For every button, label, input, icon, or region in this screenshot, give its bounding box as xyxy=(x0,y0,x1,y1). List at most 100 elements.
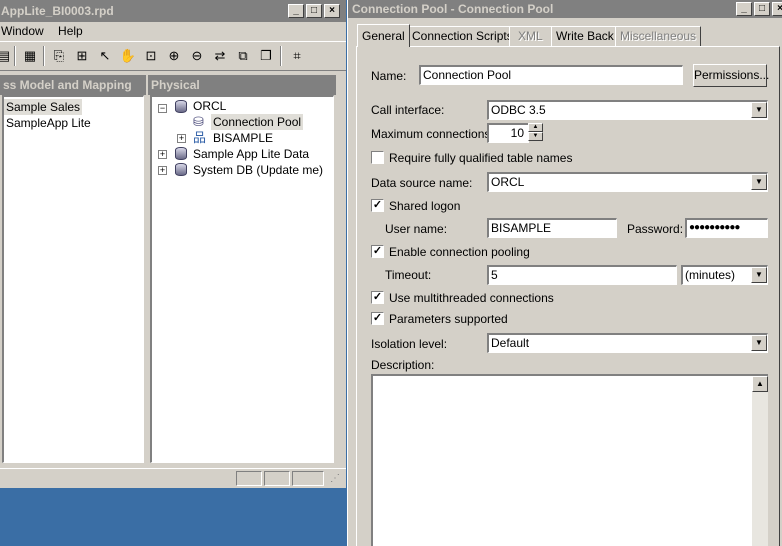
max-connections-field[interactable]: 10 xyxy=(487,123,529,143)
tree-item-orcl[interactable]: ORCL xyxy=(193,98,226,114)
name-label: Name: xyxy=(371,69,407,83)
business-model-pane: ss Model and Mapping Sample Sales Sample… xyxy=(0,75,146,465)
tab-xml: XML xyxy=(509,26,552,46)
toolbar-separator xyxy=(280,46,282,66)
description-label: Description: xyxy=(371,358,435,372)
call-interface-select[interactable]: ODBC 3.5 ▼ xyxy=(487,100,768,120)
params-supported-label: Parameters supported xyxy=(389,312,508,326)
enable-pooling-checkbox[interactable]: ✓ xyxy=(371,245,384,258)
zoom-fit-icon[interactable]: ⊡ xyxy=(141,46,161,66)
pan-hand-icon[interactable]: ✋ xyxy=(118,46,138,66)
maximize-button[interactable]: □ xyxy=(754,2,770,16)
toolbar-separator xyxy=(14,46,16,66)
dialog-window-controls: _ □ × xyxy=(736,2,782,16)
status-cell xyxy=(236,471,262,486)
chevron-down-icon[interactable]: ▼ xyxy=(751,174,767,190)
database-icon xyxy=(175,163,187,176)
physical-pane: Physical − ORCL ⛁ Connection Pool + 品 BI… xyxy=(148,75,336,465)
database-icon xyxy=(175,100,187,113)
toolbar: ▤ ▦ ⎘ ⊞ ↖ ✋ ⊡ ⊕ ⊖ ⇄ ⧉ ❐ ⌗ xyxy=(0,41,346,71)
chevron-down-icon[interactable]: ▼ xyxy=(751,267,767,283)
expand-icon[interactable]: + xyxy=(158,166,167,175)
tree-item-system-db[interactable]: System DB (Update me) xyxy=(193,162,323,178)
admin-tool-window: AppLite_BI0003.rpd _ □ × Window Help ▤ ▦… xyxy=(0,0,346,488)
isolation-select[interactable]: Default ▼ xyxy=(487,333,768,353)
scroll-up-icon[interactable]: ▲ xyxy=(752,376,768,392)
name-field[interactable]: Connection Pool xyxy=(419,65,683,85)
tab-general[interactable]: General xyxy=(357,24,410,47)
tab-write-back[interactable]: Write Back xyxy=(551,26,619,46)
params-supported-checkbox[interactable]: ✓ xyxy=(371,312,384,325)
dialog-title: Connection Pool - Connection Pool xyxy=(348,0,782,18)
expand-icon[interactable]: + xyxy=(177,134,186,143)
collapse-icon[interactable]: − xyxy=(158,104,167,113)
status-cell xyxy=(264,471,290,486)
enable-pooling-label: Enable connection pooling xyxy=(389,245,530,259)
zoom-in-icon[interactable]: ⊕ xyxy=(164,46,184,66)
data-source-label: Data source name: xyxy=(371,176,473,190)
properties-icon[interactable]: ▦ xyxy=(20,46,40,66)
require-fq-checkbox[interactable] xyxy=(371,151,384,164)
menu-help[interactable]: Help xyxy=(58,24,83,38)
max-connections-stepper[interactable]: ▲ ▼ xyxy=(528,123,543,143)
schema-icon: 品 xyxy=(193,130,207,145)
spin-up-icon[interactable]: ▲ xyxy=(528,123,543,132)
window-controls: _ □ × xyxy=(288,4,340,18)
menu-bar: Window Help xyxy=(0,22,346,41)
multithreaded-label: Use multithreaded connections xyxy=(389,291,554,305)
status-bar: ⋰ xyxy=(0,468,346,488)
call-interface-label: Call interface: xyxy=(371,103,445,117)
chevron-down-icon[interactable]: ▼ xyxy=(751,102,767,118)
window-icon[interactable]: ❐ xyxy=(256,46,276,66)
password-label: Password: xyxy=(627,222,684,236)
password-field[interactable]: ●●●●●●●●●● xyxy=(685,218,768,238)
max-connections-label: Maximum connections: xyxy=(371,127,494,141)
permissions-button[interactable]: Permissions... xyxy=(693,64,769,87)
close-button[interactable]: × xyxy=(324,4,340,18)
join-icon[interactable]: ⇄ xyxy=(210,46,230,66)
timeout-label: Timeout: xyxy=(385,268,432,282)
business-model-tree: Sample Sales SampleApp Lite xyxy=(2,95,144,463)
copy-icon[interactable]: ⧉ xyxy=(233,46,253,66)
spin-down-icon[interactable]: ▼ xyxy=(528,132,543,141)
close-button[interactable]: × xyxy=(772,2,782,16)
user-name-field[interactable]: BISAMPLE xyxy=(487,218,617,238)
tree-item-connection-pool[interactable]: Connection Pool xyxy=(211,114,304,130)
timeout-unit-select[interactable]: (minutes) ▼ xyxy=(681,265,768,285)
pointer-icon[interactable]: ↖ xyxy=(95,46,115,66)
arrange-icon[interactable]: ⌗ xyxy=(287,46,307,66)
resize-grip-icon[interactable]: ⋰ xyxy=(330,473,340,484)
maximize-button[interactable]: □ xyxy=(306,4,322,18)
pane-header: ss Model and Mapping xyxy=(0,75,146,95)
import-icon[interactable]: ⎘ xyxy=(49,46,69,66)
tree-item-sample-sales[interactable]: Sample Sales xyxy=(4,99,83,115)
toolbar-separator xyxy=(43,46,45,66)
tree-item-sample-app-lite-data[interactable]: Sample App Lite Data xyxy=(193,146,309,162)
data-source-select[interactable]: ORCL ▼ xyxy=(487,172,768,192)
description-textarea[interactable]: ▲ xyxy=(371,374,768,546)
minimize-button[interactable]: _ xyxy=(288,4,304,18)
pane-header: Physical xyxy=(148,75,336,95)
minimize-button[interactable]: _ xyxy=(736,2,752,16)
shared-logon-label: Shared logon xyxy=(389,199,461,213)
database-icon xyxy=(175,147,187,160)
chevron-down-icon[interactable]: ▼ xyxy=(751,335,767,351)
status-cell xyxy=(292,471,324,486)
tab-miscellaneous: Miscellaneous xyxy=(615,26,702,46)
description-scrollbar[interactable]: ▲ xyxy=(752,376,768,546)
multithreaded-checkbox[interactable]: ✓ xyxy=(371,291,384,304)
user-name-label: User name: xyxy=(385,222,448,236)
save-icon[interactable]: ▤ xyxy=(0,46,14,66)
shared-logon-checkbox[interactable]: ✓ xyxy=(371,199,384,212)
tree-item-sampleapp-lite[interactable]: SampleApp Lite xyxy=(4,115,93,131)
require-fq-label: Require fully qualified table names xyxy=(389,151,573,165)
tab-connection-scripts[interactable]: Connection Scripts xyxy=(407,26,518,46)
physical-tree: − ORCL ⛁ Connection Pool + 品 BISAMPLE + … xyxy=(150,95,334,463)
tree-item-bisample[interactable]: BISAMPLE xyxy=(213,130,273,146)
timeout-field[interactable]: 5 xyxy=(487,265,677,285)
expand-icon[interactable]: + xyxy=(158,150,167,159)
zoom-out-icon[interactable]: ⊖ xyxy=(187,46,207,66)
connection-pool-icon: ⛁ xyxy=(193,114,204,129)
query-icon[interactable]: ⊞ xyxy=(72,46,92,66)
menu-window[interactable]: Window xyxy=(1,24,44,38)
